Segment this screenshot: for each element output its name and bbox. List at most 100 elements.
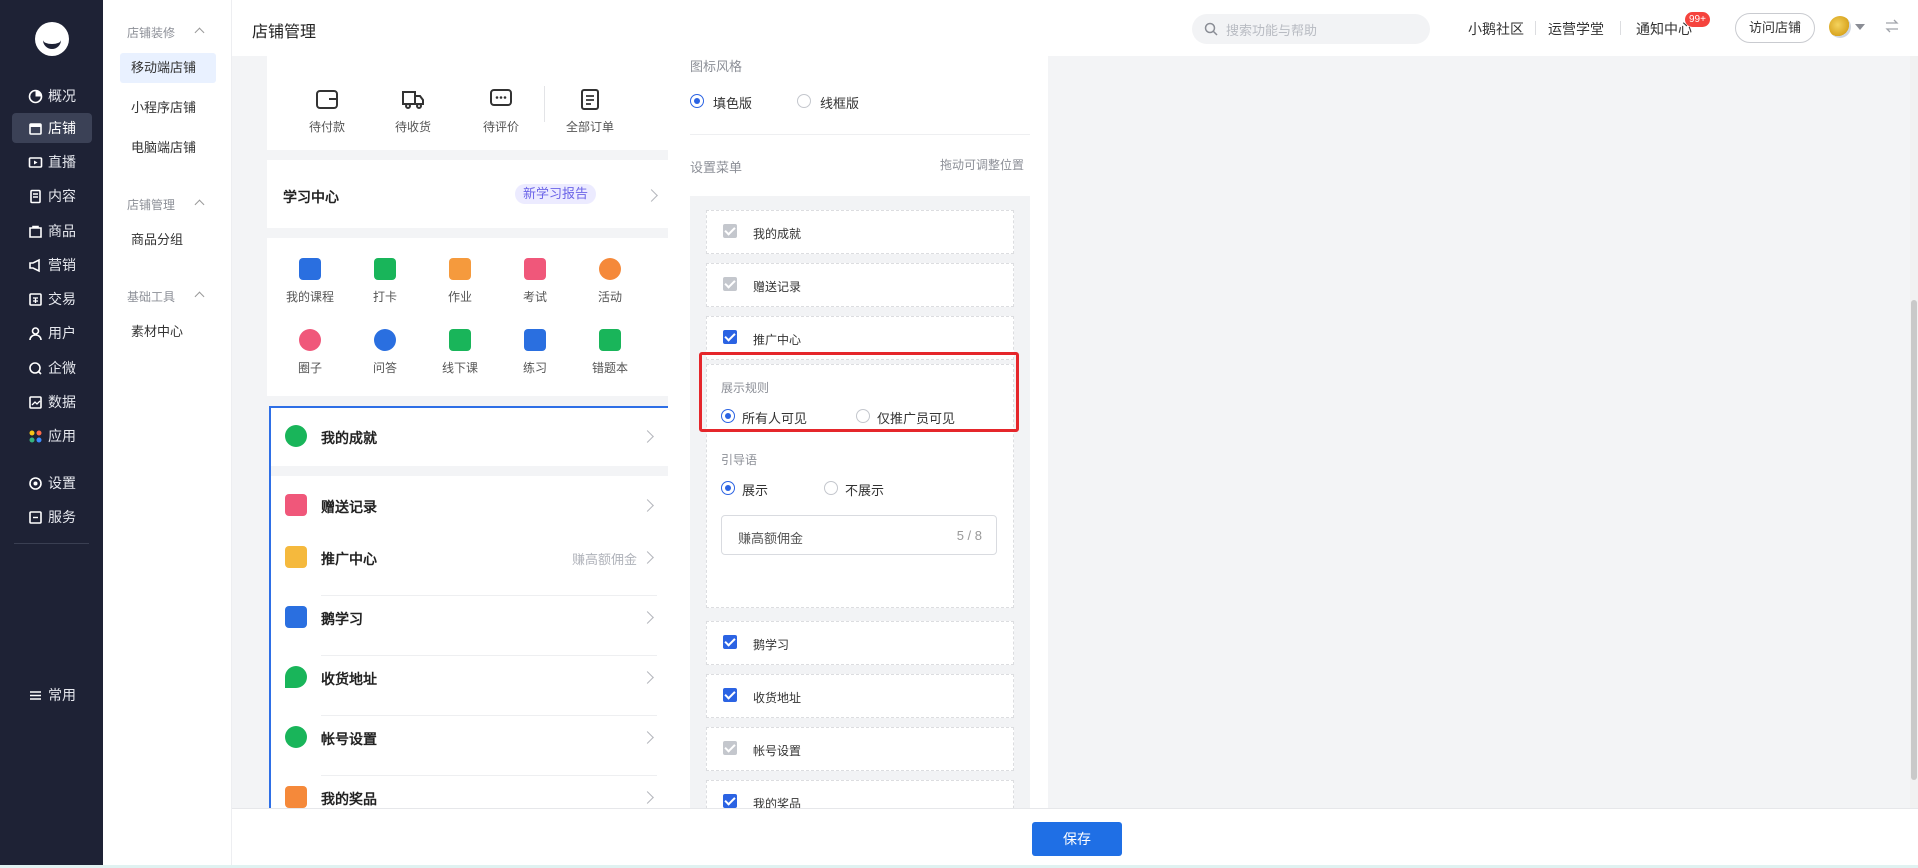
scrollbar-thumb[interactable]: [1911, 300, 1917, 780]
guide-text-input[interactable]: 赚高额佣金 5 / 8: [721, 515, 997, 555]
truck-icon: [400, 86, 426, 112]
switch-icon[interactable]: [1884, 18, 1900, 37]
guide-hide-radio[interactable]: [824, 481, 838, 495]
checkbox-checked[interactable]: [723, 688, 737, 702]
nav-item-service[interactable]: 服务: [12, 502, 92, 532]
nav-item-common[interactable]: 常用: [12, 680, 92, 710]
user-settings-icon: [285, 726, 307, 748]
icon-style-outline-radio[interactable]: [797, 94, 811, 108]
guide-show-radio[interactable]: [721, 481, 735, 495]
subnav-item-goods-group[interactable]: 商品分组: [120, 225, 216, 255]
nav-item-marketing[interactable]: 营销: [12, 250, 92, 280]
grid-label: 作业: [447, 290, 472, 304]
question-icon: [374, 329, 396, 351]
grid-item-checkin[interactable]: 打卡: [348, 258, 422, 305]
grid-item-homework[interactable]: 作业: [423, 258, 497, 305]
config-row-gift-records[interactable]: 赠送记录: [706, 263, 1014, 307]
nav-item-data[interactable]: 数据: [12, 387, 92, 417]
chevron-up-icon[interactable]: [194, 27, 205, 38]
checkbox-checked[interactable]: [723, 635, 737, 649]
chevron-right-icon: [641, 671, 654, 684]
config-row-my-prizes[interactable]: 我的奖品: [706, 780, 1014, 808]
nav-item-live[interactable]: 直播: [12, 147, 92, 177]
promotion-detail-settings: 展示规则 所有人可见 仅推广员可见 引导语 展示 不展示 赚高额佣金 5 / 8: [699, 352, 1019, 608]
checkbox-checked[interactable]: [723, 330, 737, 344]
caret-down-icon[interactable]: [1855, 24, 1865, 30]
store-icon: [28, 121, 43, 136]
menu-row-e-learning[interactable]: 鹅学习: [271, 596, 671, 656]
nav-item-user[interactable]: 用户: [12, 318, 92, 348]
grid-item-exam[interactable]: 考试: [498, 258, 572, 305]
menu-row-address[interactable]: 收货地址: [271, 656, 671, 716]
order-pending-review[interactable]: 待评价: [461, 86, 541, 135]
nav-divider: [14, 543, 89, 544]
search-placeholder: 搜索功能与帮助: [1226, 22, 1318, 38]
nav-item-content[interactable]: 内容: [12, 181, 92, 211]
subnav-item-mobile-store[interactable]: 移动端店铺: [120, 53, 216, 83]
academy-link[interactable]: 运营学堂: [1548, 19, 1604, 39]
checkbox-checked[interactable]: [723, 794, 737, 808]
radio-label[interactable]: 线框版: [820, 93, 859, 112]
divider: [544, 86, 545, 122]
drag-hint: 拖动可调整位置: [939, 158, 1024, 172]
config-row-e-learning[interactable]: 鹅学习: [706, 621, 1014, 665]
menu-row-achievements[interactable]: 我的成就: [271, 408, 671, 466]
menu-row-gift-records[interactable]: 赠送记录: [271, 476, 671, 536]
learning-center-title: 学习中心: [283, 189, 339, 205]
clipboard-icon: [577, 86, 603, 112]
nav-item-trade[interactable]: 交易: [12, 284, 92, 314]
grid-item-activity[interactable]: 活动: [573, 258, 647, 305]
config-row-account-settings[interactable]: 帐号设置: [706, 727, 1014, 771]
radio-label[interactable]: 不展示: [845, 480, 884, 499]
phone-preview: 待付款 待收货 待评价 全部订单 学习中心 新学习报告 我的课程 打卡 作业 考…: [267, 56, 675, 808]
grid-item-practice[interactable]: 练习: [498, 329, 572, 376]
notification-link[interactable]: 通知中心: [1636, 19, 1692, 39]
nav-item-settings[interactable]: 设置: [12, 468, 92, 498]
visit-store-button[interactable]: 访问店铺: [1735, 13, 1815, 43]
radio-label[interactable]: 展示: [742, 480, 768, 499]
grid-label: 我的课程: [285, 290, 334, 304]
subnav-group-title: 店铺装修: [127, 26, 176, 40]
icon-style-filled-radio[interactable]: [690, 94, 704, 108]
radio-label[interactable]: 填色版: [713, 93, 752, 112]
order-pending-receipt[interactable]: 待收货: [373, 86, 453, 135]
mistake-book-icon: [599, 329, 621, 351]
learning-center-panel[interactable]: 学习中心 新学习报告: [267, 160, 675, 228]
config-row-achievements[interactable]: 我的成就: [706, 210, 1014, 254]
personal-menu-list: 我的成就 赠送记录 推广中心 赚高额佣金 鹅学习 收货地址 帐号设置 我的奖品: [269, 406, 673, 808]
subnav-item-material[interactable]: 素材中心: [120, 317, 216, 347]
chevron-up-icon[interactable]: [194, 199, 205, 210]
config-row-address[interactable]: 收货地址: [706, 674, 1014, 718]
menu-row-label: 收货地址: [321, 671, 377, 687]
search-input[interactable]: 搜索功能与帮助: [1192, 14, 1430, 44]
grid-label: 考试: [522, 290, 547, 304]
nav-item-goods[interactable]: 商品: [12, 216, 92, 246]
save-button[interactable]: 保存: [1032, 822, 1122, 856]
grid-item-circle[interactable]: 圈子: [273, 329, 347, 376]
subnav-item-pc-store[interactable]: 电脑端店铺: [120, 133, 216, 163]
nav-item-store[interactable]: 店铺: [12, 113, 92, 143]
menu-row-hint: 赚高额佣金: [571, 552, 637, 567]
menu-row-account-settings[interactable]: 帐号设置: [271, 716, 671, 776]
menu-row-promotion-center[interactable]: 推广中心 赚高额佣金: [271, 536, 671, 596]
subnav-item-miniapp-store[interactable]: 小程序店铺: [120, 93, 216, 123]
nav-item-wecom[interactable]: 企微: [12, 353, 92, 383]
settings-icon: [28, 476, 43, 491]
nav-item-label: 数据: [48, 394, 76, 410]
grid-item-qa[interactable]: 问答: [348, 329, 422, 376]
nav-item-label: 内容: [48, 188, 76, 204]
app-logo[interactable]: [35, 22, 69, 56]
avatar[interactable]: [1829, 16, 1851, 38]
nav-item-label: 交易: [48, 291, 76, 307]
nav-item-apps[interactable]: 应用: [12, 421, 92, 451]
nav-item-overview[interactable]: 概况: [12, 81, 92, 111]
chevron-up-icon[interactable]: [194, 291, 205, 302]
grid-item-offline-class[interactable]: 线下课: [423, 329, 497, 376]
menu-row-my-prizes[interactable]: 我的奖品: [271, 776, 671, 808]
grid-item-my-courses[interactable]: 我的课程: [273, 258, 347, 305]
order-pending-payment[interactable]: 待付款: [287, 86, 367, 135]
grid-item-mistakes[interactable]: 错题本: [573, 329, 647, 376]
order-all[interactable]: 全部订单: [550, 86, 630, 135]
community-link[interactable]: 小鹅社区: [1468, 19, 1524, 39]
guide-text-value: 赚高额佣金: [738, 531, 804, 546]
